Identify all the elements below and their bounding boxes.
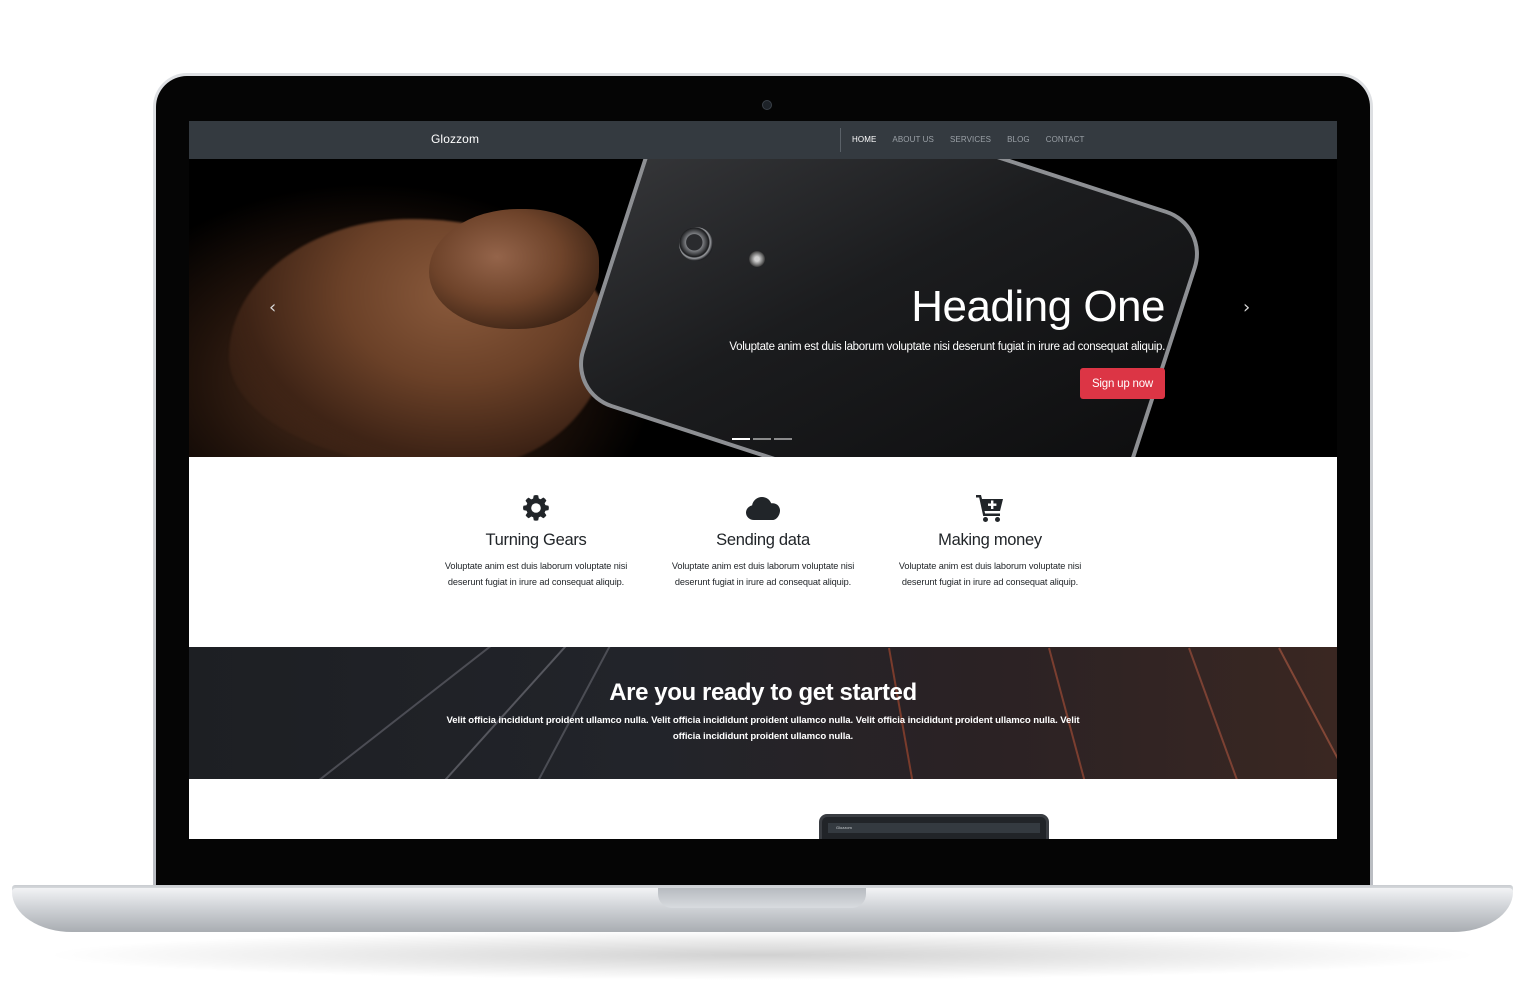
nav-links: HOME ABOUT US SERVICES BLOG CONTACT (852, 135, 1085, 144)
mini-brand: Glozzom (836, 825, 852, 830)
hero-carousel: ‹ › Heading One Voluptate anim est duis … (189, 159, 1337, 457)
camera-icon (762, 100, 772, 110)
hero-text: Voluptate anim est duis laborum voluptat… (729, 341, 1165, 353)
carousel-indicators (732, 438, 792, 440)
carousel-indicator-3[interactable] (774, 438, 792, 440)
navbar: Glozzom HOME ABOUT US SERVICES BLOG CONT… (189, 121, 1337, 159)
mini-laptop-image: Glozzom (819, 814, 1049, 839)
cart-plus-icon (976, 495, 1003, 522)
bottom-section: Glozzom (189, 779, 1337, 839)
light-streak (1188, 647, 1259, 779)
mini-screen: Glozzom (822, 817, 1046, 839)
cta-section: Are you ready to get started Velit offic… (189, 647, 1337, 779)
hero-title: Heading One (911, 282, 1165, 331)
nav-link-about[interactable]: ABOUT US (892, 135, 934, 144)
feature-title: Sending data (716, 531, 810, 549)
sign-up-button[interactable]: Sign up now (1080, 368, 1165, 399)
feature-text: Voluptate anim est duis laborum voluptat… (671, 561, 855, 587)
chevron-right-icon[interactable]: › (1243, 297, 1250, 318)
phone-camera-lens (679, 227, 713, 261)
brand-logo[interactable]: Glozzom (431, 132, 479, 146)
nav-link-services[interactable]: SERVICES (950, 135, 991, 144)
laptop-notch (658, 888, 866, 908)
chevron-left-icon[interactable]: ‹ (269, 297, 276, 318)
laptop-shadow (40, 930, 1485, 980)
carousel-indicator-1[interactable] (732, 438, 750, 440)
nav-link-blog[interactable]: BLOG (1007, 135, 1030, 144)
feature-text: Voluptate anim est duis laborum voluptat… (898, 561, 1082, 587)
nav-link-contact[interactable]: CONTACT (1046, 135, 1085, 144)
feature-title: Making money (938, 531, 1042, 549)
cta-text: Velit officia incididunt proident ullamc… (446, 715, 1080, 742)
phone-flash (749, 251, 765, 267)
gear-icon (523, 495, 549, 521)
cloud-icon (746, 497, 780, 520)
nav-link-home[interactable]: HOME (852, 135, 876, 144)
feature-text: Voluptate anim est duis laborum voluptat… (444, 561, 628, 587)
light-streak (1278, 647, 1337, 779)
nav-divider (840, 128, 841, 152)
features-section: Turning Gears Voluptate anim est duis la… (189, 457, 1337, 647)
rock-image-top (429, 209, 599, 329)
website-screen: Glozzom HOME ABOUT US SERVICES BLOG CONT… (189, 121, 1337, 839)
cta-title: Are you ready to get started (609, 679, 917, 706)
feature-title: Turning Gears (485, 531, 587, 549)
mini-navbar (828, 823, 1040, 833)
carousel-indicator-2[interactable] (753, 438, 771, 440)
laptop-mockup: Glozzom HOME ABOUT US SERVICES BLOG CONT… (0, 0, 1525, 1000)
